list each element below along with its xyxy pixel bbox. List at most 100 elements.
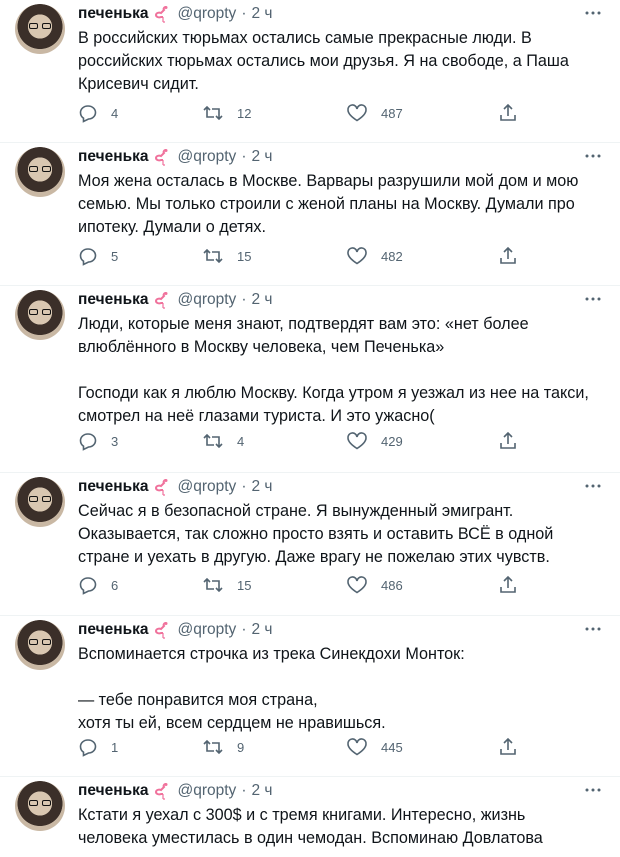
retweet-button[interactable]: 15 [202,575,251,595]
retweet-count: 12 [237,105,252,121]
reply-button[interactable]: 4 [78,103,118,123]
retweet-icon [203,577,223,593]
separator-dot: · [241,291,247,308]
reply-button[interactable]: 5 [78,246,118,266]
share-button[interactable] [498,575,518,595]
author-handle[interactable]: @qropty [177,621,236,639]
timestamp[interactable]: 2 ч [251,5,272,23]
tweet-actions: 6 15 486 [78,575,538,595]
retweet-button[interactable]: 9 [202,737,244,757]
share-icon [500,246,516,264]
tweet-actions: 1 9 445 [78,737,538,757]
separator-dot: · [241,148,247,165]
share-button[interactable] [498,103,518,123]
author-handle[interactable]: @qropty [177,148,236,166]
avatar[interactable] [15,477,65,527]
like-count: 445 [381,739,403,755]
tweet-text: Моя жена осталась в Москве. Варвары разр… [78,172,579,236]
like-button[interactable]: 482 [346,246,403,266]
tweet-text: Сейчас я в безопасной стране. Я вынужден… [78,502,554,566]
retweet-button[interactable]: 15 [202,246,251,266]
share-icon [500,575,516,593]
reply-icon [79,248,97,266]
share-button[interactable] [498,737,518,757]
reply-count: 4 [111,105,119,121]
tweet[interactable]: печенька @qropty · 2 ч Люди, которые мен… [0,286,620,473]
author-handle[interactable]: @qropty [177,782,236,800]
retweet-icon [203,739,223,755]
avatar[interactable] [15,620,65,670]
tweet-actions: 5 15 482 [78,246,538,266]
reply-count: 5 [111,248,119,264]
avatar[interactable] [15,4,65,54]
author-name[interactable]: печенька [78,148,148,166]
separator-dot: · [241,782,247,799]
like-button[interactable]: 445 [346,737,403,757]
reply-count: 1 [111,739,119,755]
more-dots-icon[interactable] [582,7,604,19]
timestamp[interactable]: 2 ч [251,148,272,166]
flamingo-icon [155,479,168,496]
more-dots-icon[interactable] [582,784,604,796]
reply-button[interactable]: 6 [78,575,118,595]
reply-count: 3 [111,433,119,449]
retweet-icon [203,105,223,121]
share-button[interactable] [498,246,518,266]
tweet-header: печенька @qropty · 2 ч [78,3,273,25]
author-handle[interactable]: @qropty [177,5,236,23]
retweet-count: 15 [237,248,252,264]
tweet-header: печенька @qropty · 2 ч [78,146,273,168]
like-count: 429 [381,433,403,449]
reply-icon [79,739,97,757]
avatar[interactable] [15,781,65,831]
author-handle[interactable]: @qropty [177,291,236,309]
more-dots-icon[interactable] [582,293,604,305]
tweet[interactable]: печенька @qropty · 2 ч Вспоминается стро… [0,616,620,777]
flamingo-icon [155,149,168,166]
tweet[interactable]: печенька @qropty · 2 ч Моя жена осталась… [0,143,620,286]
author-name[interactable]: печенька [78,5,148,23]
share-icon [500,103,516,121]
reply-button[interactable]: 3 [78,431,118,451]
share-button[interactable] [498,431,518,451]
retweet-count: 9 [237,739,245,755]
timestamp[interactable]: 2 ч [251,621,272,639]
retweet-button[interactable]: 12 [202,103,251,123]
separator-dot: · [241,621,247,638]
flamingo-icon [155,622,168,639]
author-name[interactable]: печенька [78,291,148,309]
timestamp[interactable]: 2 ч [251,478,272,496]
heart-icon [347,738,367,756]
author-name[interactable]: печенька [78,782,148,800]
like-button[interactable]: 487 [346,103,403,123]
author-name[interactable]: печенька [78,478,148,496]
separator-dot: · [241,478,247,495]
retweet-count: 15 [237,577,252,593]
tweet-header: печенька @qropty · 2 ч [78,780,273,802]
retweet-button[interactable]: 4 [202,431,244,451]
reply-icon [79,433,97,451]
heart-icon [347,432,367,450]
tweet[interactable]: печенька @qropty · 2 ч В российских тюрь… [0,0,620,143]
heart-icon [347,576,367,594]
flamingo-icon [155,292,168,309]
avatar[interactable] [15,147,65,197]
tweet[interactable]: печенька @qropty · 2 ч Сейчас я в безопа… [0,473,620,616]
more-dots-icon[interactable] [582,150,604,162]
more-dots-icon[interactable] [582,623,604,635]
share-icon [500,431,516,449]
like-button[interactable]: 429 [346,431,403,451]
author-name[interactable]: печенька [78,621,148,639]
reply-button[interactable]: 1 [78,737,118,757]
timestamp[interactable]: 2 ч [251,782,272,800]
author-handle[interactable]: @qropty [177,478,236,496]
heart-icon [347,247,367,265]
like-button[interactable]: 486 [346,575,403,595]
like-count: 487 [381,105,403,121]
tweet-header: печенька @qropty · 2 ч [78,289,273,311]
avatar[interactable] [15,290,65,340]
tweet-actions: 4 12 487 [78,103,538,123]
tweet[interactable]: печенька @qropty · 2 ч Кстати я уехал с … [0,777,620,857]
more-dots-icon[interactable] [582,480,604,492]
timestamp[interactable]: 2 ч [251,291,272,309]
